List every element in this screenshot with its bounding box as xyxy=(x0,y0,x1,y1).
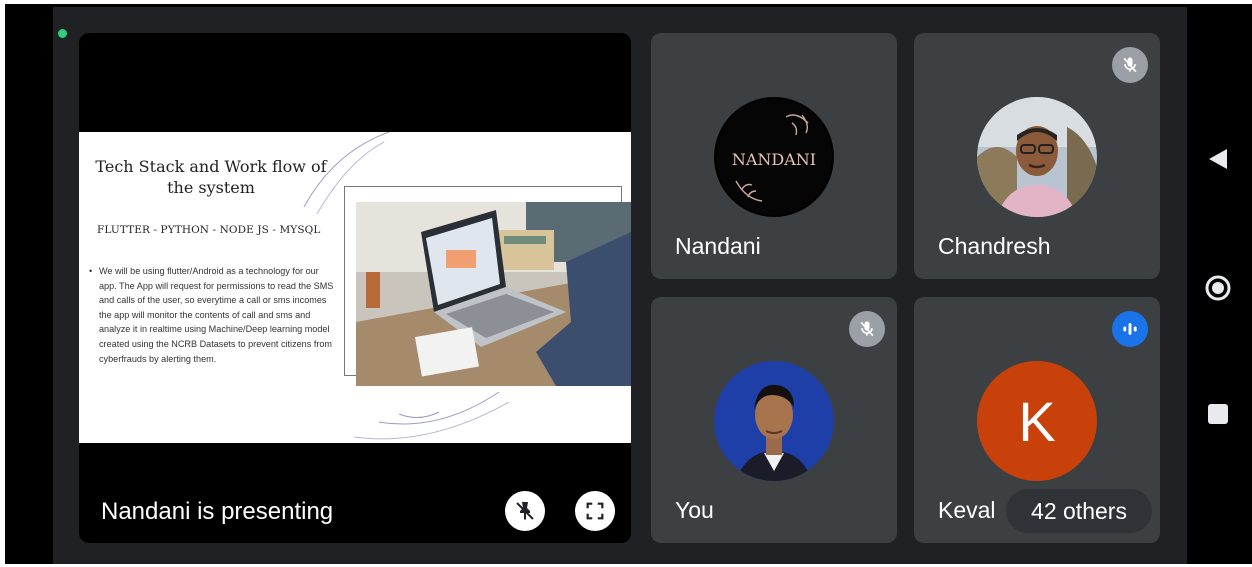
screen: Tech Stack and Work flow of the system F… xyxy=(5,4,1252,564)
avatar-photo xyxy=(977,97,1097,217)
avatar xyxy=(977,97,1097,217)
shared-slide: Tech Stack and Work flow of the system F… xyxy=(79,132,631,443)
participant-name: Chandresh xyxy=(938,233,1051,259)
laptop-photo xyxy=(356,202,631,386)
slide-stack-line: FLUTTER - PYTHON - NODE JS - MYSQL xyxy=(97,224,321,236)
home-button[interactable] xyxy=(1202,272,1234,304)
home-icon xyxy=(1205,275,1231,301)
nandani-logo: NANDANI xyxy=(716,99,832,215)
unpin-icon xyxy=(516,502,534,520)
meet-area: Tech Stack and Work flow of the system F… xyxy=(53,7,1187,564)
participant-name: Nandani xyxy=(675,233,761,259)
avatar xyxy=(714,361,834,481)
participant-tile-nandani[interactable]: NANDANI Nandani xyxy=(651,33,897,279)
back-button[interactable] xyxy=(1203,144,1233,174)
mic-off-badge xyxy=(1112,47,1148,83)
participant-tile-chandresh[interactable]: Chandresh xyxy=(914,33,1160,279)
recents-icon xyxy=(1208,404,1228,424)
audio-level-icon xyxy=(1123,323,1137,335)
unpin-button[interactable] xyxy=(505,491,545,531)
participant-name: Keval xyxy=(938,497,996,523)
others-button[interactable]: 42 others xyxy=(1006,489,1152,533)
avatar-initial: K xyxy=(1018,389,1056,453)
mic-off-icon xyxy=(860,321,874,337)
mic-off-badge xyxy=(849,311,885,347)
presentation-tile[interactable]: Tech Stack and Work flow of the system F… xyxy=(79,33,631,543)
back-icon xyxy=(1209,149,1227,169)
slide-title: Tech Stack and Work flow of the system xyxy=(95,157,327,197)
participant-tile-keval[interactable]: K Keval 42 others xyxy=(914,297,1160,543)
avatar-photo xyxy=(714,361,834,481)
avatar: NANDANI xyxy=(714,97,834,217)
participant-tile-you[interactable]: You xyxy=(651,297,897,543)
svg-text:NANDANI: NANDANI xyxy=(732,150,816,169)
fullscreen-button[interactable] xyxy=(575,491,615,531)
fullscreen-icon xyxy=(586,502,604,520)
status-dot xyxy=(58,29,67,38)
speaking-badge xyxy=(1112,311,1148,347)
participant-name: You xyxy=(675,497,714,523)
mic-off-icon xyxy=(1123,57,1137,73)
presenting-caption: Nandani is presenting xyxy=(101,498,334,525)
recents-button[interactable] xyxy=(1204,400,1232,428)
system-nav-bar xyxy=(1187,4,1252,564)
slide-bullet: We will be using flutter/Android as a te… xyxy=(89,264,334,366)
avatar: K xyxy=(977,361,1097,481)
